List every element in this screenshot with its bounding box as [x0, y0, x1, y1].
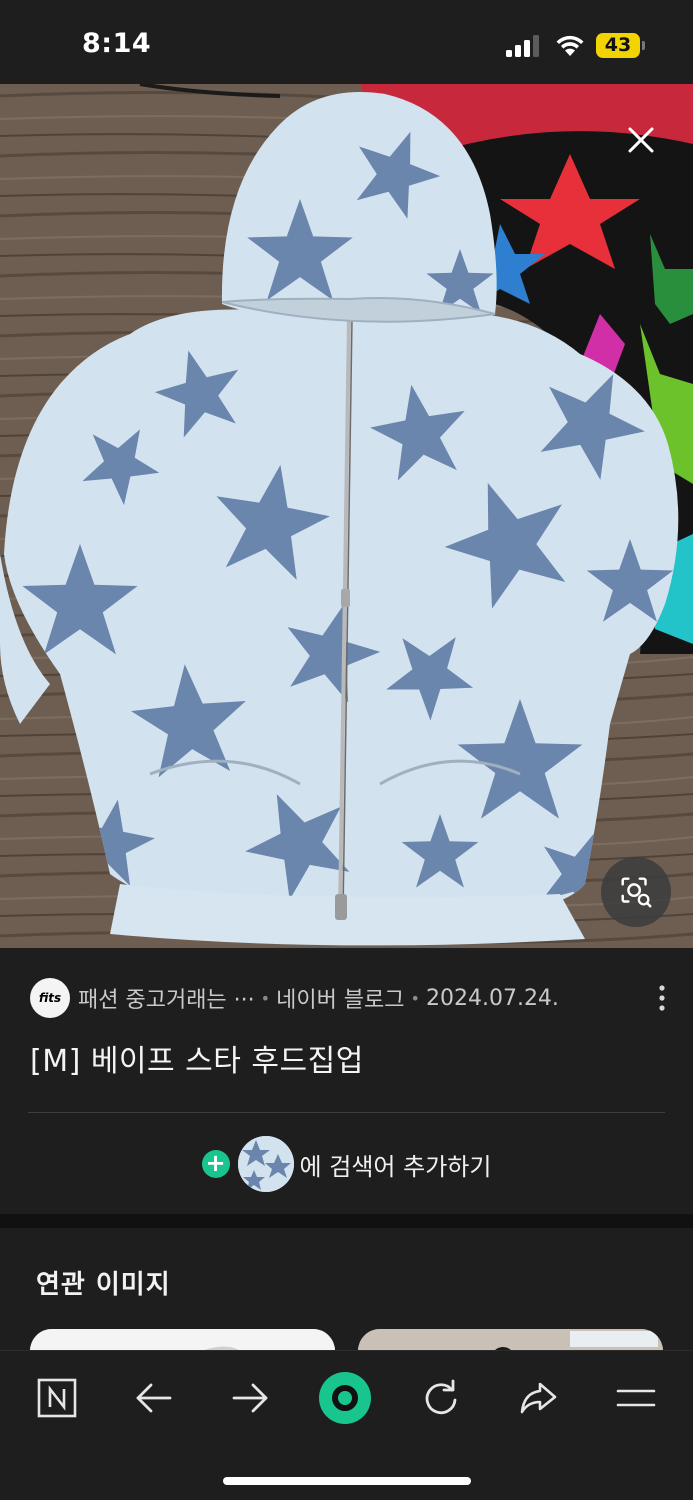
- green-dot-button[interactable]: [318, 1371, 372, 1425]
- hoodie-thumbnail-image: [237, 1136, 294, 1192]
- image-search-button[interactable]: [601, 857, 671, 927]
- menu-icon: [616, 1389, 656, 1407]
- share-icon: [520, 1382, 557, 1414]
- forward-button[interactable]: [223, 1371, 277, 1425]
- image-search-icon: [621, 877, 652, 908]
- status-time: 8:14: [82, 28, 152, 59]
- naver-home-icon: [37, 1378, 77, 1418]
- divider: [28, 1112, 665, 1113]
- close-button[interactable]: [623, 122, 659, 158]
- related-images-title: 연관 이미지: [36, 1270, 171, 1300]
- plus-icon[interactable]: +: [201, 1150, 230, 1178]
- refresh-button[interactable]: [414, 1371, 468, 1425]
- section-separator: [0, 1214, 693, 1228]
- image-preview[interactable]: [0, 84, 693, 948]
- home-indicator: [223, 1477, 471, 1485]
- post-date: 2024.07.24.: [425, 985, 559, 1011]
- back-button[interactable]: [127, 1371, 181, 1425]
- separator-dot: •: [260, 988, 271, 1008]
- more-options-button[interactable]: [652, 984, 672, 1012]
- add-search-term-row[interactable]: + 에 검색어 추가하기: [0, 1134, 693, 1194]
- battery-indicator: 43: [596, 33, 646, 58]
- green-dot-icon: [319, 1372, 371, 1424]
- battery-level: 43: [596, 33, 640, 58]
- more-vertical-icon: [659, 985, 665, 1011]
- forward-arrow-icon: [232, 1383, 268, 1413]
- wifi-icon: [556, 35, 584, 56]
- share-button[interactable]: [511, 1371, 565, 1425]
- close-icon: [628, 127, 654, 153]
- hoodie-photo: [0, 84, 693, 948]
- status-bar: 8:14 43: [0, 0, 693, 84]
- cellular-signal-icon: [506, 35, 539, 57]
- result-info: fits 패션 중고거래는 ··· • 네이버 블로그 • 2024.07.24…: [0, 948, 693, 1214]
- naver-home-button[interactable]: [30, 1371, 84, 1425]
- back-arrow-icon: [136, 1383, 172, 1413]
- menu-button[interactable]: [609, 1371, 663, 1425]
- source-name[interactable]: 패션 중고거래는 ···: [78, 982, 255, 1014]
- result-title[interactable]: [M] 베이프 스타 후드집업: [30, 1036, 364, 1080]
- related-images-section: 연관 이미지: [0, 1228, 693, 1358]
- source-row[interactable]: fits 패션 중고거래는 ··· • 네이버 블로그 • 2024.07.24…: [30, 978, 670, 1018]
- battery-cap: [642, 41, 645, 50]
- query-image-thumbnail: [237, 1136, 294, 1192]
- source-platform: 네이버 블로그: [276, 988, 405, 1013]
- add-search-term-label[interactable]: 에 검색어 추가하기: [300, 1147, 492, 1182]
- source-logo: fits: [30, 978, 70, 1018]
- refresh-icon: [425, 1379, 457, 1415]
- separator-dot: •: [410, 988, 420, 1008]
